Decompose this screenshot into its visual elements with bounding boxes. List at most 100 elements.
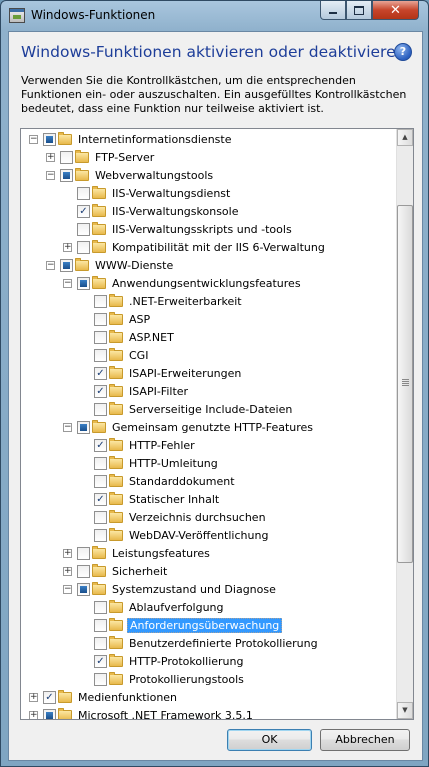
checkbox-unchecked[interactable]: [94, 312, 107, 326]
tree-item[interactable]: + Microsoft .NET Framework 3.5.1: [29, 706, 255, 720]
checkbox-unchecked[interactable]: [94, 294, 107, 308]
tree-item-label[interactable]: Verzeichnis durchsuchen: [127, 510, 268, 525]
minimize-button[interactable]: [320, 1, 346, 20]
tree-item[interactable]: − Internetinformationsdienste: [29, 130, 233, 148]
checkbox-unchecked[interactable]: [77, 564, 90, 578]
checkbox-unchecked[interactable]: [94, 672, 107, 686]
expand-icon[interactable]: +: [46, 152, 55, 162]
tree-item[interactable]: HTTP-Umleitung: [80, 454, 220, 472]
tree-item-label[interactable]: FTP-Server: [93, 150, 156, 165]
scroll-thumb[interactable]: [397, 205, 413, 563]
checkbox-partial[interactable]: [77, 582, 90, 596]
tree-item[interactable]: WebDAV-Veröffentlichung: [80, 526, 270, 544]
tree-item[interactable]: − WWW-Dienste: [46, 256, 175, 274]
checkbox-unchecked[interactable]: [94, 456, 107, 470]
tree-item-label[interactable]: IIS-Verwaltungsdienst: [110, 186, 232, 201]
tree-item[interactable]: IIS-Verwaltungsdienst: [63, 184, 232, 202]
maximize-button[interactable]: [346, 1, 372, 20]
checkbox-partial[interactable]: [77, 420, 90, 434]
tree-item[interactable]: − Gemeinsam genutzte HTTP-Features: [63, 418, 315, 436]
ok-button[interactable]: OK: [227, 729, 312, 751]
tree-item[interactable]: Verzeichnis durchsuchen: [80, 508, 268, 526]
tree-item-label[interactable]: Sicherheit: [110, 564, 169, 579]
collapse-icon[interactable]: −: [46, 260, 55, 270]
checkbox-checked[interactable]: ✓: [94, 654, 107, 668]
tree-item[interactable]: ✓ Statischer Inhalt: [80, 490, 221, 508]
checkbox-checked[interactable]: ✓: [94, 492, 107, 506]
collapse-icon[interactable]: −: [63, 584, 72, 594]
checkbox-unchecked[interactable]: [60, 150, 73, 164]
checkbox-partial[interactable]: [60, 258, 73, 272]
tree-item-label[interactable]: ASP.NET: [127, 330, 176, 345]
checkbox-unchecked[interactable]: [94, 510, 107, 524]
tree-item-label[interactable]: Statischer Inhalt: [127, 492, 221, 507]
scroll-down-icon[interactable]: ▼: [397, 702, 413, 719]
tree-item[interactable]: − Anwendungsentwicklungsfeatures: [63, 274, 303, 292]
tree-item-label[interactable]: HTTP-Fehler: [127, 438, 197, 453]
checkbox-checked[interactable]: ✓: [94, 384, 107, 398]
close-button[interactable]: ✕: [372, 1, 419, 20]
tree-item-label[interactable]: Systemzustand und Diagnose: [110, 582, 278, 597]
checkbox-partial[interactable]: [43, 132, 56, 146]
tree-item[interactable]: − Webverwaltungstools: [46, 166, 215, 184]
tree-item[interactable]: ASP: [80, 310, 152, 328]
tree-item-label[interactable]: IIS-Verwaltungsskripts und -tools: [110, 222, 294, 237]
tree-item[interactable]: Anforderungsüberwachung: [80, 616, 283, 634]
checkbox-unchecked[interactable]: [94, 402, 107, 416]
tree-item[interactable]: .NET-Erweiterbarkeit: [80, 292, 244, 310]
tree-item-label[interactable]: Internetinformationsdienste: [76, 132, 233, 147]
tree-item-label[interactable]: Microsoft .NET Framework 3.5.1: [76, 708, 255, 720]
expand-icon[interactable]: +: [63, 566, 72, 576]
checkbox-checked[interactable]: ✓: [94, 366, 107, 380]
checkbox-unchecked[interactable]: [94, 600, 107, 614]
tree-item-label[interactable]: CGI: [127, 348, 150, 363]
tree-item-label[interactable]: Standarddokument: [127, 474, 237, 489]
checkbox-unchecked[interactable]: [77, 186, 90, 200]
tree-item-label[interactable]: HTTP-Protokollierung: [127, 654, 245, 669]
tree-item-label[interactable]: Gemeinsam genutzte HTTP-Features: [110, 420, 315, 435]
tree-item-label[interactable]: ISAPI-Erweiterungen: [127, 366, 243, 381]
checkbox-partial[interactable]: [77, 276, 90, 290]
expand-icon[interactable]: +: [63, 242, 72, 252]
tree-item-label[interactable]: Leistungsfeatures: [110, 546, 212, 561]
checkbox-unchecked[interactable]: [77, 546, 90, 560]
tree-item[interactable]: + FTP-Server: [46, 148, 156, 166]
checkbox-checked[interactable]: ✓: [77, 204, 90, 218]
checkbox-unchecked[interactable]: [94, 618, 107, 632]
title-bar[interactable]: Windows-Funktionen ✕: [1, 1, 428, 31]
tree-item[interactable]: ASP.NET: [80, 328, 176, 346]
tree-item-label[interactable]: WWW-Dienste: [93, 258, 175, 273]
tree-item-label[interactable]: .NET-Erweiterbarkeit: [127, 294, 244, 309]
tree-item-label[interactable]: Kompatibilität mit der IIS 6-Verwaltung: [110, 240, 327, 255]
expand-icon[interactable]: +: [29, 710, 38, 719]
tree-item[interactable]: ✓ HTTP-Protokollierung: [80, 652, 245, 670]
tree-item-label[interactable]: WebDAV-Veröffentlichung: [127, 528, 270, 543]
help-icon[interactable]: ?: [394, 43, 412, 61]
checkbox-unchecked[interactable]: [77, 240, 90, 254]
tree-item[interactable]: + ✓ Medienfunktionen: [29, 688, 179, 706]
tree-item[interactable]: + Leistungsfeatures: [63, 544, 212, 562]
tree-item[interactable]: IIS-Verwaltungsskripts und -tools: [63, 220, 294, 238]
checkbox-checked[interactable]: ✓: [43, 690, 56, 704]
collapse-icon[interactable]: −: [46, 170, 55, 180]
checkbox-partial[interactable]: [60, 168, 73, 182]
tree-item[interactable]: ✓ ISAPI-Filter: [80, 382, 190, 400]
tree-item-label[interactable]: IIS-Verwaltungskonsole: [110, 204, 240, 219]
tree-item-label[interactable]: Webverwaltungstools: [93, 168, 215, 183]
scroll-up-icon[interactable]: ▲: [397, 129, 413, 146]
tree-item[interactable]: Protokollierungstools: [80, 670, 246, 688]
checkbox-partial[interactable]: [43, 708, 56, 719]
tree-item[interactable]: ✓ IIS-Verwaltungskonsole: [63, 202, 240, 220]
checkbox-checked[interactable]: ✓: [94, 438, 107, 452]
tree-item[interactable]: − Systemzustand und Diagnose: [63, 580, 278, 598]
expand-icon[interactable]: +: [63, 548, 72, 558]
features-tree[interactable]: − Internetinformationsdienste + FTP-Server −…: [20, 128, 414, 720]
collapse-icon[interactable]: −: [63, 278, 72, 288]
tree-item-label[interactable]: HTTP-Umleitung: [127, 456, 220, 471]
cancel-button[interactable]: Abbrechen: [320, 729, 410, 751]
tree-item-label[interactable]: Anforderungsüberwachung: [127, 617, 283, 633]
checkbox-unchecked[interactable]: [94, 348, 107, 362]
checkbox-unchecked[interactable]: [94, 636, 107, 650]
tree-item[interactable]: Benutzerdefinierte Protokollierung: [80, 634, 320, 652]
checkbox-unchecked[interactable]: [94, 474, 107, 488]
